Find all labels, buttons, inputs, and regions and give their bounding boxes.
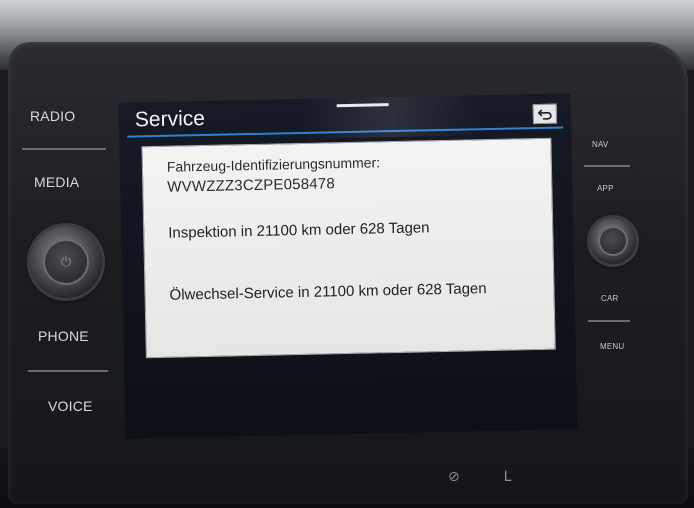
touchscreen: Service Fahrzeug-Identifizierungsnummer:… (118, 93, 578, 439)
back-button[interactable] (532, 103, 558, 125)
media-button[interactable]: MEDIA (34, 174, 79, 190)
oil-service-status: Ölwechsel-Service in 21100 km oder 628 T… (169, 280, 487, 304)
button-divider (22, 148, 106, 150)
menu-button[interactable]: MENU (600, 342, 624, 351)
volume-knob[interactable]: ⏻ (30, 226, 102, 298)
service-info-panel: Fahrzeug-Identifizierungsnummer: WVWZZZ3… (141, 137, 556, 359)
inspection-status: Inspektion in 21100 km oder 628 Tagen (168, 219, 430, 242)
app-button[interactable]: APP (597, 184, 614, 193)
power-icon: ⏻ (60, 254, 72, 269)
back-arrow-icon (537, 109, 552, 120)
button-divider (584, 165, 630, 167)
button-divider (588, 320, 630, 322)
page-title: Service (134, 106, 206, 132)
button-divider (28, 370, 108, 372)
voice-button[interactable]: VOICE (48, 398, 93, 414)
climate-icons: ⊘ ᒪ (448, 468, 511, 485)
seat-icon: ᒪ (503, 468, 512, 484)
radio-button[interactable]: RADIO (30, 108, 75, 124)
phone-button[interactable]: PHONE (38, 328, 89, 344)
nav-button[interactable]: NAV (592, 140, 608, 149)
tuning-knob-cap (598, 226, 628, 256)
fan-icon: ⊘ (448, 468, 460, 484)
vin-label: Fahrzeug-Identifizierungsnummer: (166, 154, 381, 175)
car-button[interactable]: CAR (601, 294, 619, 303)
vin-value: WVWZZZ3CZPE058478 (167, 175, 336, 196)
tuning-knob[interactable] (590, 218, 636, 264)
